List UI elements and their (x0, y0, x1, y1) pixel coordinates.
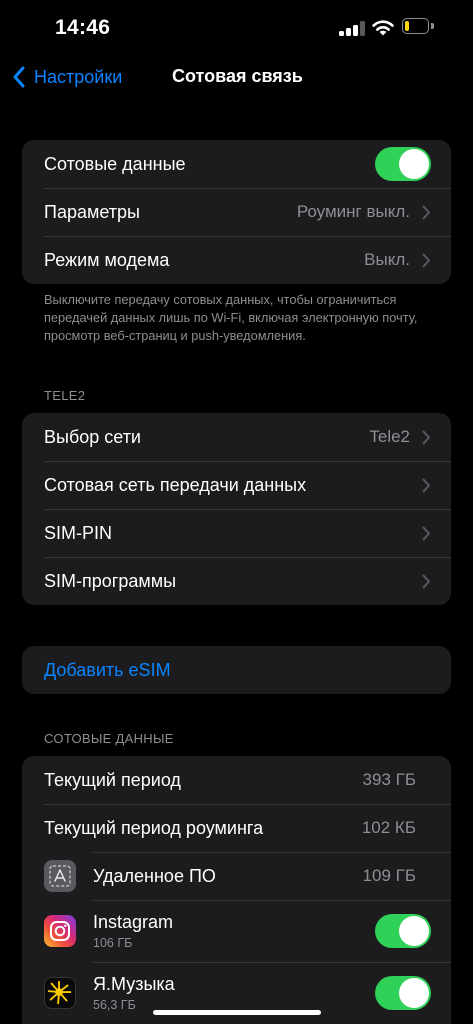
app-usage-value: 106 ГБ (93, 936, 133, 950)
sim-apps-label: SIM-программы (44, 570, 177, 591)
instagram-data-toggle[interactable] (375, 914, 431, 948)
options-value: Роуминг выкл. (296, 202, 410, 221)
chevron-right-icon (422, 205, 430, 219)
app-name: Instagram (93, 912, 174, 932)
back-label: Настройки (34, 66, 123, 87)
back-button[interactable]: Настройки (12, 64, 122, 90)
cellular-data-group: Сотовые данные Параметры Роуминг выкл. Р… (22, 140, 451, 284)
data-usage-group: Текущий период 393 ГБ Текущий период роу… (22, 756, 451, 1024)
esim-group: Добавить eSIM (22, 646, 451, 694)
app-usage-value: 109 ГБ (362, 866, 416, 885)
sim-apps-row[interactable]: SIM-программы (22, 557, 451, 605)
chevron-right-icon (422, 478, 430, 492)
current-period-value: 393 ГБ (362, 770, 416, 789)
hotspot-row[interactable]: Режим модема Выкл. (22, 236, 451, 284)
data-network-row[interactable]: Сотовая сеть передачи данных (22, 461, 451, 509)
chevron-right-icon (422, 574, 430, 588)
sim-pin-row[interactable]: SIM-PIN (22, 509, 451, 557)
app-name: Я.Музыка (93, 974, 175, 994)
current-period-label: Текущий период (44, 769, 181, 790)
roaming-period-row: Текущий период роуминга 102 КБ (22, 804, 451, 852)
hotspot-value: Выкл. (364, 250, 410, 269)
carrier-section-header: TELE2 (44, 388, 86, 403)
cellular-data-toggle[interactable] (375, 147, 431, 181)
app-row-remote-management: Удаленное ПО 109 ГБ (22, 852, 451, 900)
network-selection-row[interactable]: Выбор сети Tele2 (22, 413, 451, 461)
roaming-period-label: Текущий период роуминга (44, 817, 264, 838)
wifi-icon (372, 20, 394, 36)
app-name: Удаленное ПО (93, 865, 216, 886)
status-bar: 14:46 (0, 0, 473, 56)
options-row[interactable]: Параметры Роуминг выкл. (22, 188, 451, 236)
app-row-instagram: Instagram 106 ГБ (22, 900, 451, 962)
chevron-right-icon (422, 526, 430, 540)
cellular-signal-icon (339, 20, 365, 36)
remote-management-icon (44, 860, 76, 892)
instagram-icon (44, 915, 76, 947)
cellular-data-section-header: СОТОВЫЕ ДАННЫЕ (44, 731, 174, 746)
network-selection-value: Tele2 (369, 427, 410, 446)
cellular-data-row: Сотовые данные (22, 140, 451, 188)
options-label: Параметры (44, 201, 140, 222)
status-time: 14:46 (55, 16, 111, 39)
carrier-group: Выбор сети Tele2 Сотовая сеть передачи д… (22, 413, 451, 605)
page-title: Сотовая связь (172, 66, 303, 86)
network-selection-label: Выбор сети (44, 426, 141, 447)
hotspot-label: Режим модема (44, 249, 170, 270)
roaming-period-value: 102 КБ (361, 818, 416, 837)
sim-pin-label: SIM-PIN (44, 522, 113, 543)
chevron-right-icon (422, 430, 430, 444)
yandex-music-icon (44, 977, 76, 1009)
add-esim-button[interactable]: Добавить eSIM (22, 646, 451, 694)
chevron-right-icon (422, 253, 430, 267)
add-esim-label: Добавить eSIM (44, 659, 171, 680)
navigation-bar: Настройки Сотовая связь (0, 56, 473, 98)
home-indicator[interactable] (153, 1010, 321, 1015)
current-period-row: Текущий период 393 ГБ (22, 756, 451, 804)
yandex-music-data-toggle[interactable] (375, 976, 431, 1010)
cellular-data-footnote: Выключите передачу сотовых данных, чтобы… (44, 292, 418, 343)
chevron-left-icon (13, 66, 25, 88)
battery-icon (402, 18, 434, 36)
data-network-label: Сотовая сеть передачи данных (44, 474, 307, 495)
cellular-data-label: Сотовые данные (44, 153, 186, 174)
